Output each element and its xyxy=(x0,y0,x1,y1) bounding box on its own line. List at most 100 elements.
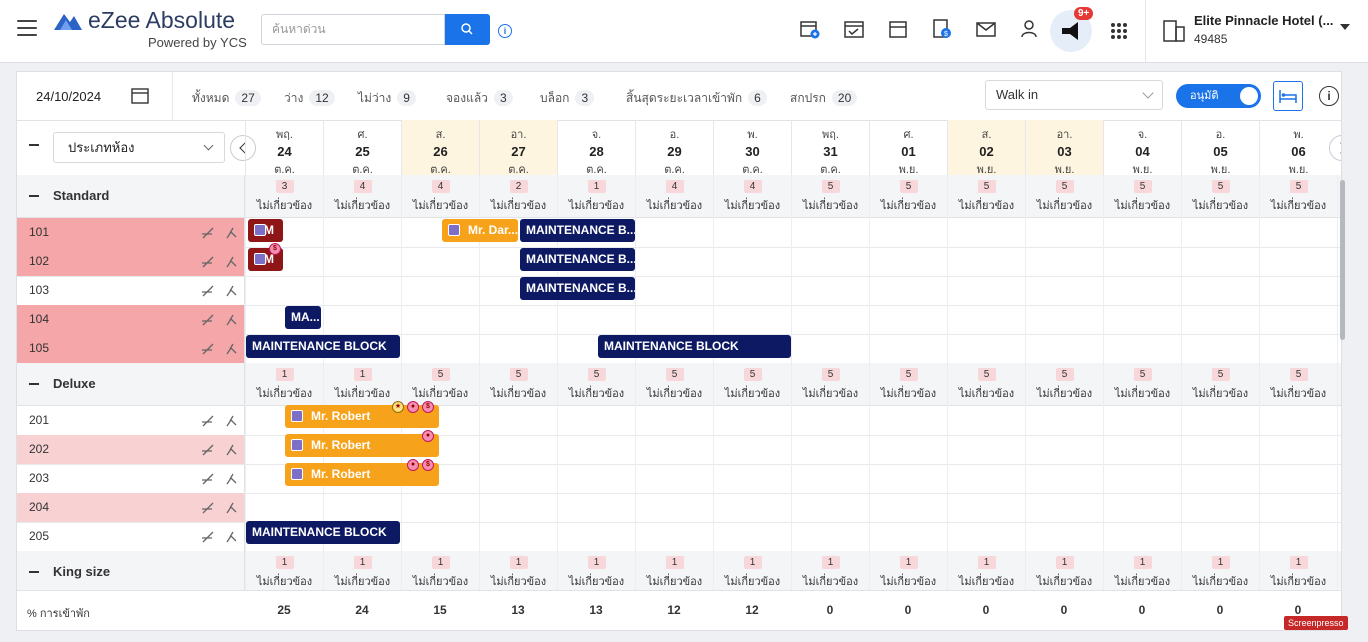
availability-cell[interactable]: 4 ไม่เกี่ยวข้อง xyxy=(713,175,791,217)
approve-toggle[interactable]: อนุมัติ xyxy=(1176,84,1261,108)
search-button[interactable] xyxy=(445,14,490,45)
availability-cell[interactable]: 1 ไม่เกี่ยวข้อง xyxy=(245,551,323,593)
date-column-header[interactable]: อ. 05 พ.ย. xyxy=(1181,120,1259,176)
mail-icon[interactable] xyxy=(975,18,997,40)
housekeeping-icon[interactable] xyxy=(224,254,239,269)
availability-cell[interactable]: 4 ไม่เกี่ยวข้อง xyxy=(323,175,401,217)
collapse-all-icon[interactable] xyxy=(29,144,39,146)
room-label[interactable]: 205 xyxy=(17,522,245,551)
availability-cell[interactable]: 1 ไม่เกี่ยวข้อง xyxy=(401,551,479,593)
availability-cell[interactable]: 5 ไม่เกี่ยวข้อง xyxy=(1025,175,1103,217)
availability-cell[interactable]: 1 ไม่เกี่ยวข้อง xyxy=(791,551,869,593)
room-label[interactable]: 102 xyxy=(17,247,245,276)
maintenance-block[interactable]: MAINTENANCE B... xyxy=(520,248,635,271)
housekeeping-icon[interactable] xyxy=(224,225,239,240)
availability-cell[interactable]: 1 ไม่เกี่ยวข้อง xyxy=(245,363,323,405)
availability-cell[interactable]: 5 ไม่เกี่ยวข้อง xyxy=(1025,363,1103,405)
availability-cell[interactable]: 5 ไม่เกี่ยวข้อง xyxy=(1259,175,1337,217)
date-column-header[interactable]: พ. 06 พ.ย. xyxy=(1259,120,1337,176)
search-input[interactable]: ค้นหาด่วน xyxy=(261,14,445,45)
date-column-header[interactable]: อา. 27 ต.ค. xyxy=(479,120,557,176)
date-column-header[interactable]: อา. 03 พ.ย. xyxy=(1025,120,1103,176)
housekeeping-icon[interactable] xyxy=(224,413,239,428)
stat-due-out[interactable]: สิ้นสุดระยะเวลาเข้าพัก 6 xyxy=(626,89,767,108)
availability-cell[interactable]: 5 ไม่เกี่ยวข้อง xyxy=(713,363,791,405)
availability-cell[interactable]: 1 ไม่เกี่ยวข้อง xyxy=(323,551,401,593)
booking-bar[interactable]: Mr. Robert xyxy=(285,434,439,457)
source-select[interactable]: Walk in xyxy=(985,80,1163,110)
date-column-header[interactable]: พฤ. 31 ต.ค. xyxy=(791,120,869,176)
room-label[interactable]: 204 xyxy=(17,493,245,522)
date-column-header[interactable]: ศ. 01 พ.ย. xyxy=(869,120,947,176)
availability-cell[interactable]: 3 ไม่เกี่ยวข้อง xyxy=(245,175,323,217)
info-icon[interactable]: i xyxy=(498,24,512,38)
housekeeping-icon[interactable] xyxy=(224,471,239,486)
hotel-name[interactable]: Elite Pinnacle Hotel (... xyxy=(1194,13,1333,28)
stat-dirty[interactable]: สกปรก 20 xyxy=(790,89,858,108)
vertical-scrollbar[interactable] xyxy=(1340,180,1345,340)
availability-cell[interactable]: 5 ไม่เกี่ยวข้อง xyxy=(557,363,635,405)
date-column-header[interactable]: ศ. 25 ต.ค. xyxy=(323,120,401,176)
availability-cell[interactable]: 5 ไม่เกี่ยวข้อง xyxy=(947,175,1025,217)
availability-cell[interactable]: 4 ไม่เกี่ยวข้อง xyxy=(635,175,713,217)
stat-total[interactable]: ทั้งหมด 27 xyxy=(192,89,261,108)
housekeeping-icon[interactable] xyxy=(224,341,239,356)
room-label[interactable]: 103 xyxy=(17,276,245,305)
availability-cell[interactable]: 5 ไม่เกี่ยวข้อง xyxy=(1103,175,1181,217)
availability-cell[interactable]: 1 ไม่เกี่ยวข้อง xyxy=(947,551,1025,593)
add-booking-icon[interactable] xyxy=(799,18,821,40)
user-settings-icon[interactable] xyxy=(1019,18,1041,40)
room-label[interactable]: 202 xyxy=(17,435,245,464)
maintenance-block[interactable]: MAINTENANCE BLOCK xyxy=(246,521,400,544)
room-label[interactable]: 101 xyxy=(17,218,245,247)
date-column-header[interactable]: พฤ. 24 ต.ค. xyxy=(245,120,323,176)
availability-cell[interactable]: 1 ไม่เกี่ยวข้อง xyxy=(557,175,635,217)
availability-cell[interactable]: 5 ไม่เกี่ยวข้อง xyxy=(635,363,713,405)
availability-cell[interactable]: 1 ไม่เกี่ยวข้อง xyxy=(1025,551,1103,593)
menu-icon[interactable] xyxy=(17,20,37,36)
availability-cell[interactable]: 5 ไม่เกี่ยวข้อง xyxy=(1259,363,1337,405)
availability-cell[interactable]: 5 ไม่เกี่ยวข้อง xyxy=(791,363,869,405)
housekeeping-icon[interactable] xyxy=(224,529,239,544)
stat-reserved[interactable]: จองแล้ว 3 xyxy=(446,89,513,108)
availability-cell[interactable]: 5 ไม่เกี่ยวข้อง xyxy=(947,363,1025,405)
availability-cell[interactable]: 2 ไม่เกี่ยวข้อง xyxy=(479,175,557,217)
availability-cell[interactable]: 4 ไม่เกี่ยวข้อง xyxy=(401,175,479,217)
maintenance-block[interactable]: MAINTENANCE B... xyxy=(520,219,635,242)
bed-view-button[interactable] xyxy=(1273,81,1303,111)
availability-cell[interactable]: 5 ไม่เกี่ยวข้อง xyxy=(1181,175,1259,217)
room-label[interactable]: 104 xyxy=(17,305,245,334)
availability-cell[interactable]: 5 ไม่เกี่ยวข้อง xyxy=(1103,363,1181,405)
availability-cell[interactable]: 1 ไม่เกี่ยวข้อง xyxy=(1259,551,1337,593)
availability-cell[interactable]: 5 ไม่เกี่ยวข้อง xyxy=(479,363,557,405)
date-column-header[interactable]: ส. 02 พ.ย. xyxy=(947,120,1025,176)
availability-cell[interactable]: 1 ไม่เกี่ยวข้อง xyxy=(323,363,401,405)
room-label[interactable]: 105 xyxy=(17,334,245,363)
booking-bar[interactable]: Mr. Dar... xyxy=(442,219,518,242)
collapse-icon[interactable] xyxy=(29,383,39,385)
room-label[interactable]: 201 xyxy=(17,406,245,435)
maintenance-block[interactable]: MAINTENANCE BLOCK xyxy=(246,335,400,358)
availability-cell[interactable]: 1 ไม่เกี่ยวข้อง xyxy=(1103,551,1181,593)
date-value[interactable]: 24/10/2024 xyxy=(36,89,101,104)
date-column-header[interactable]: จ. 04 พ.ย. xyxy=(1103,120,1181,176)
availability-cell[interactable]: 1 ไม่เกี่ยวข้อง xyxy=(479,551,557,593)
checkin-icon[interactable] xyxy=(843,18,865,40)
calendar-icon[interactable] xyxy=(887,18,909,40)
availability-cell[interactable]: 1 ไม่เกี่ยวข้อง xyxy=(635,551,713,593)
collapse-icon[interactable] xyxy=(29,195,39,197)
date-column-header[interactable]: ส. 26 ต.ค. xyxy=(401,120,479,176)
housekeeping-icon[interactable] xyxy=(224,312,239,327)
availability-cell[interactable]: 5 ไม่เกี่ยวข้อง xyxy=(1181,363,1259,405)
housekeeping-icon[interactable] xyxy=(224,500,239,515)
housekeeping-icon[interactable] xyxy=(224,442,239,457)
availability-cell[interactable]: 1 ไม่เกี่ยวข้อง xyxy=(1181,551,1259,593)
apps-grid-icon[interactable] xyxy=(1110,22,1128,40)
stat-blocked[interactable]: บล็อก 3 xyxy=(540,89,595,108)
maintenance-block[interactable]: MA... xyxy=(285,306,321,329)
availability-cell[interactable]: 5 ไม่เกี่ยวข้อง xyxy=(869,175,947,217)
availability-cell[interactable]: 5 ไม่เกี่ยวข้อง xyxy=(401,363,479,405)
availability-cell[interactable]: 1 ไม่เกี่ยวข้อง xyxy=(557,551,635,593)
maintenance-block[interactable]: MAINTENANCE BLOCK xyxy=(598,335,791,358)
date-column-header[interactable]: จ. 28 ต.ค. xyxy=(557,120,635,176)
